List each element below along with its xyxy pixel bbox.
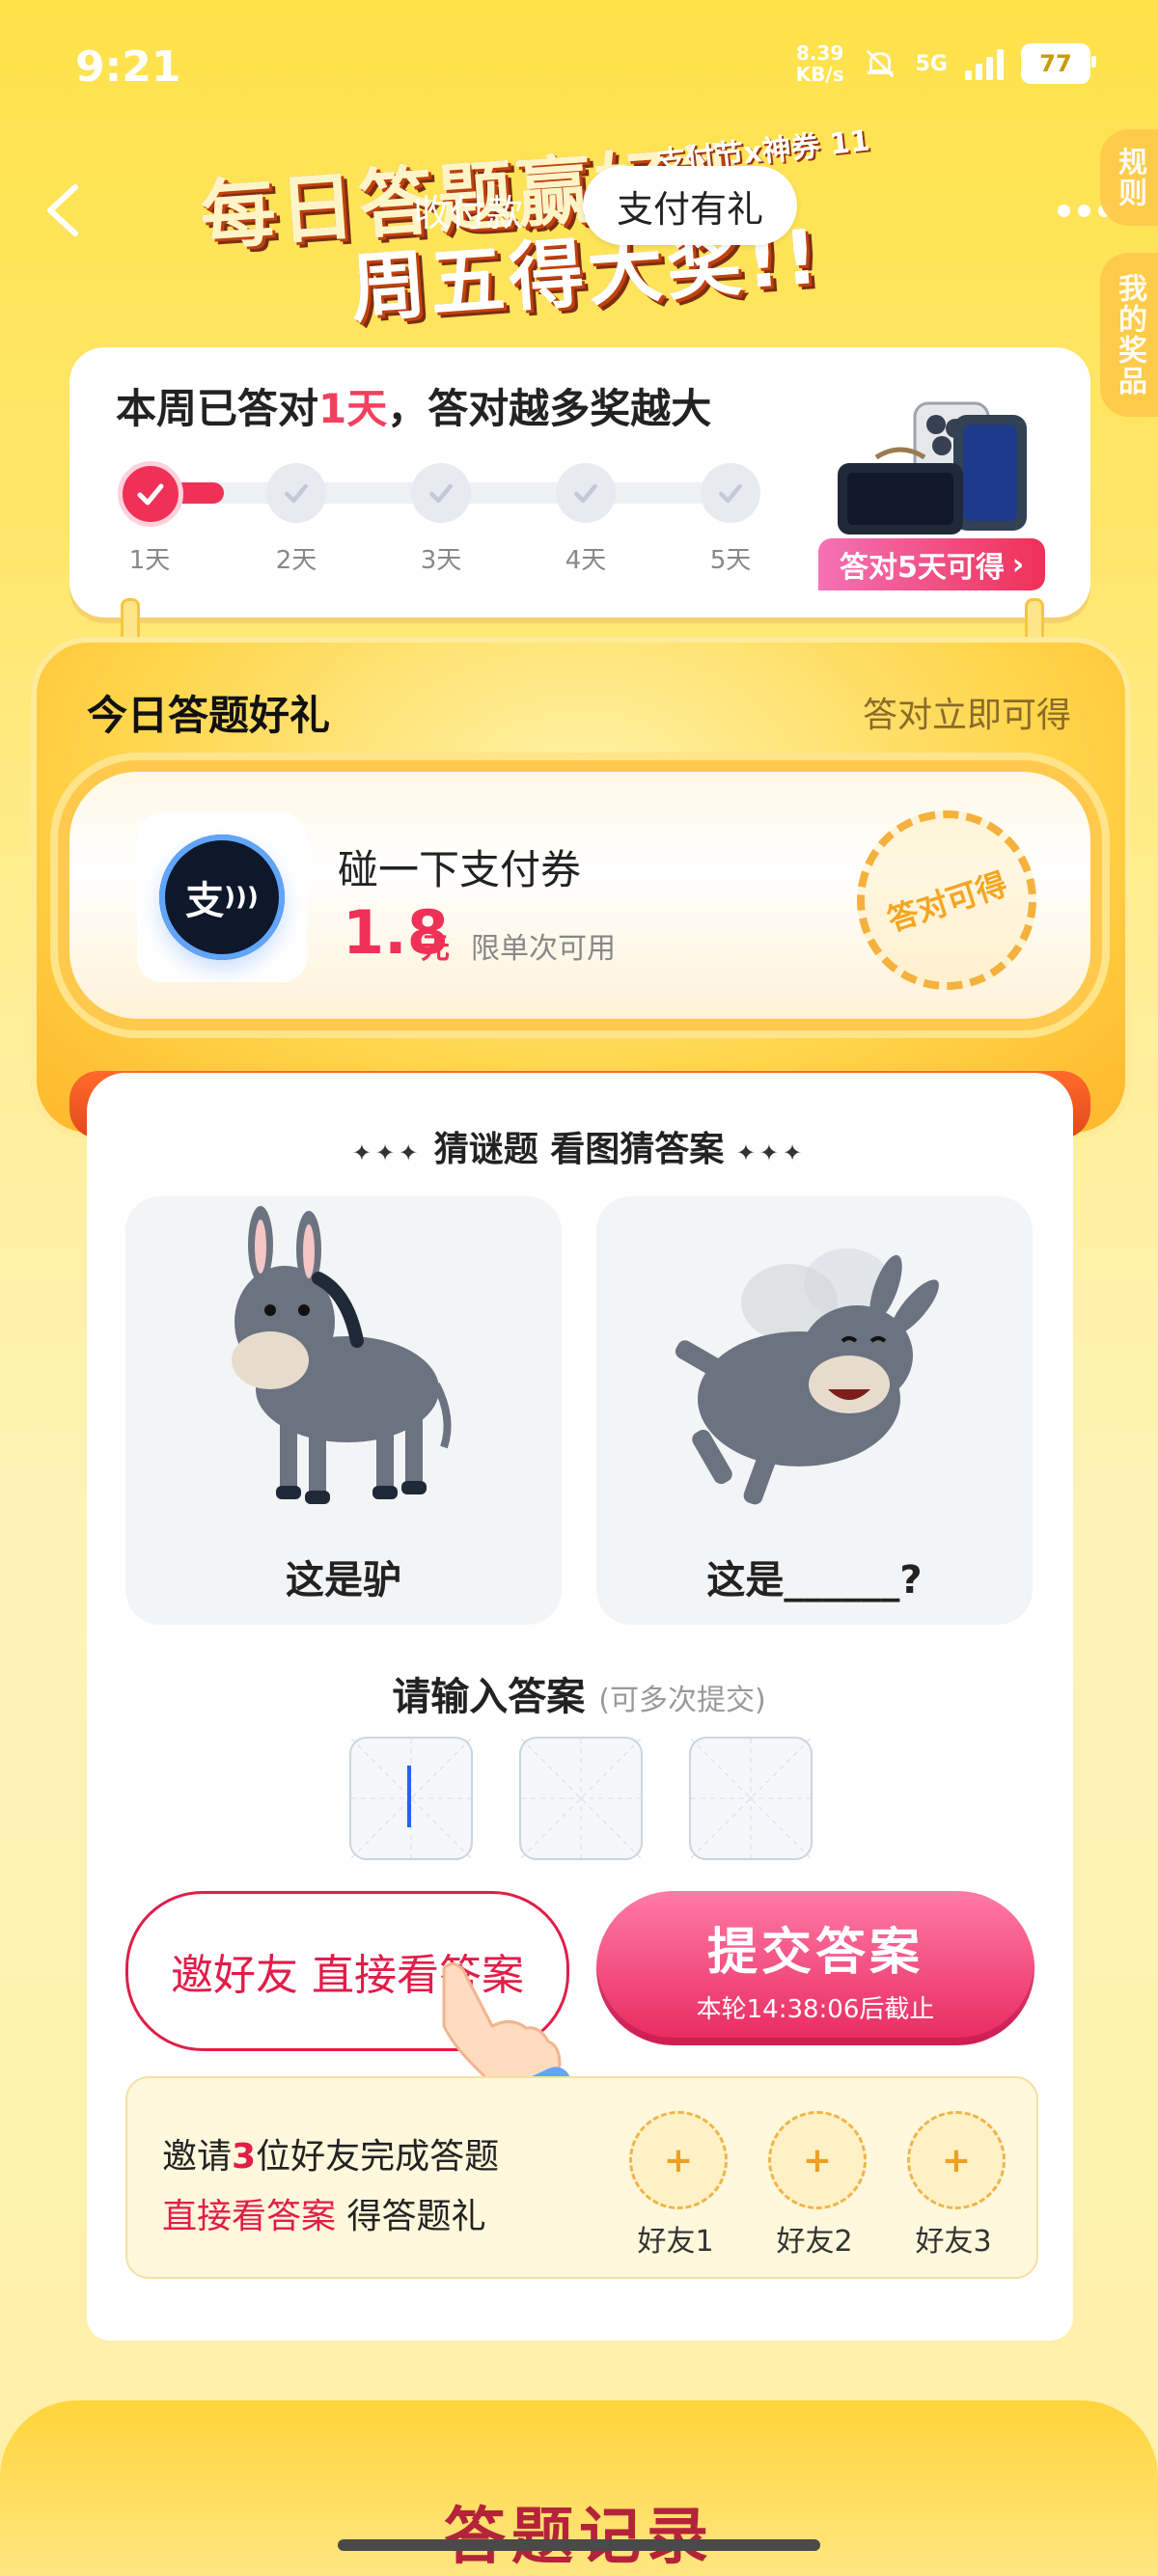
day-node-4 <box>556 463 616 523</box>
home-indicator[interactable] <box>338 2539 820 2551</box>
net-speed-value: 8.39 <box>795 41 844 65</box>
answer-label: 请输入答案 (可多次提交) <box>392 1675 766 1719</box>
quiz-heading: ✦✦✦ 猜谜题 看图猜答案 ✦✦✦ <box>351 1130 807 1169</box>
prize-phone-speaker-image <box>838 401 1027 534</box>
day-node-3 <box>411 463 471 523</box>
day-label-1: 1天 <box>128 546 171 575</box>
battery-icon: 77 <box>1021 43 1096 84</box>
net-speed-unit: KB/s <box>795 63 844 86</box>
signal-icon <box>965 47 1004 80</box>
status-time: 9:21 <box>75 42 181 92</box>
status-icons: 8.39 KB/s 5G 77 <box>796 42 1096 85</box>
mute-bell-icon <box>866 49 894 78</box>
friend-label-2: 好友2 <box>776 2225 853 2259</box>
coupon-limit: 限单次可用 <box>471 932 616 966</box>
check-icon <box>429 483 453 504</box>
sparkle-icon: ✦✦✦ <box>735 1139 807 1166</box>
answer-char-input-2[interactable] <box>519 1737 643 1860</box>
sparkle-icon: ✦✦✦ <box>351 1139 423 1166</box>
grid-guide-icon <box>691 1739 811 1858</box>
grid-guide-icon <box>351 1739 471 1858</box>
left-caption: 这是驴 <box>286 1558 401 1603</box>
invite-line2: 直接看答案 得答题礼 <box>162 2197 486 2236</box>
day-node-2 <box>266 463 326 523</box>
answer-record-title: 答题记录 <box>444 2502 714 2573</box>
day-label-2: 2天 <box>275 546 317 575</box>
friend-slot-2[interactable]: + <box>768 2111 867 2209</box>
answer-char-input-1[interactable] <box>349 1737 473 1860</box>
day-label-5: 5天 <box>709 546 752 575</box>
check-icon <box>719 483 742 504</box>
prize-badge-button[interactable]: 答对5天可得 › <box>818 538 1046 590</box>
friend-label-3: 好友3 <box>915 2225 992 2259</box>
dot-icon <box>1058 205 1070 217</box>
submit-answer-button[interactable]: 提交答案 本轮14:38:06后截止 <box>596 1891 1034 2045</box>
donkey-standing-image <box>232 1206 452 1504</box>
back-arrow-icon[interactable] <box>39 181 87 239</box>
right-caption: 这是______? <box>706 1558 923 1603</box>
day-label-3: 3天 <box>420 546 462 575</box>
text-cursor <box>407 1766 411 1827</box>
progress-title: 本周已答对1天，答对越多奖越大 <box>116 385 712 432</box>
grid-guide-icon <box>521 1739 641 1858</box>
alipay-tap-logo-icon: 支))) <box>159 835 285 960</box>
check-icon <box>137 483 164 506</box>
friend-label-1: 好友1 <box>637 2225 714 2259</box>
net-speed: 8.39 KB/s <box>796 42 844 85</box>
today-gift-title: 今日答题好礼 <box>87 692 331 739</box>
today-gift-hint: 答对立即可得 <box>862 696 1071 735</box>
friend-slot-3[interactable]: + <box>907 2111 1006 2209</box>
day-label-4: 4天 <box>565 546 607 575</box>
my-prizes-side-tab[interactable]: 我的奖品 <box>1100 253 1158 417</box>
chevron-right-icon: › <box>1011 547 1025 582</box>
check-icon <box>285 483 308 504</box>
network-type: 5G <box>915 51 948 76</box>
rules-side-tab[interactable]: 规则 <box>1100 129 1158 226</box>
donkey-rolling-image <box>675 1248 939 1505</box>
check-icon <box>574 483 597 504</box>
coupon-logo-box: 支))) <box>137 812 307 982</box>
tab-pay-gift[interactable]: 支付有礼 <box>583 166 797 245</box>
friend-slot-1[interactable]: + <box>629 2111 728 2209</box>
invite-line1: 邀请3位好友完成答题 <box>162 2137 500 2177</box>
coupon-unit: 元 <box>421 932 450 966</box>
coupon-name: 碰一下支付券 <box>338 846 582 893</box>
dot-icon <box>1078 205 1090 217</box>
day-node-1 <box>118 461 183 527</box>
answer-char-input-3[interactable] <box>689 1737 813 1860</box>
day-node-5 <box>701 463 760 523</box>
tab-collect-pay[interactable]: 收付款 <box>413 183 523 236</box>
